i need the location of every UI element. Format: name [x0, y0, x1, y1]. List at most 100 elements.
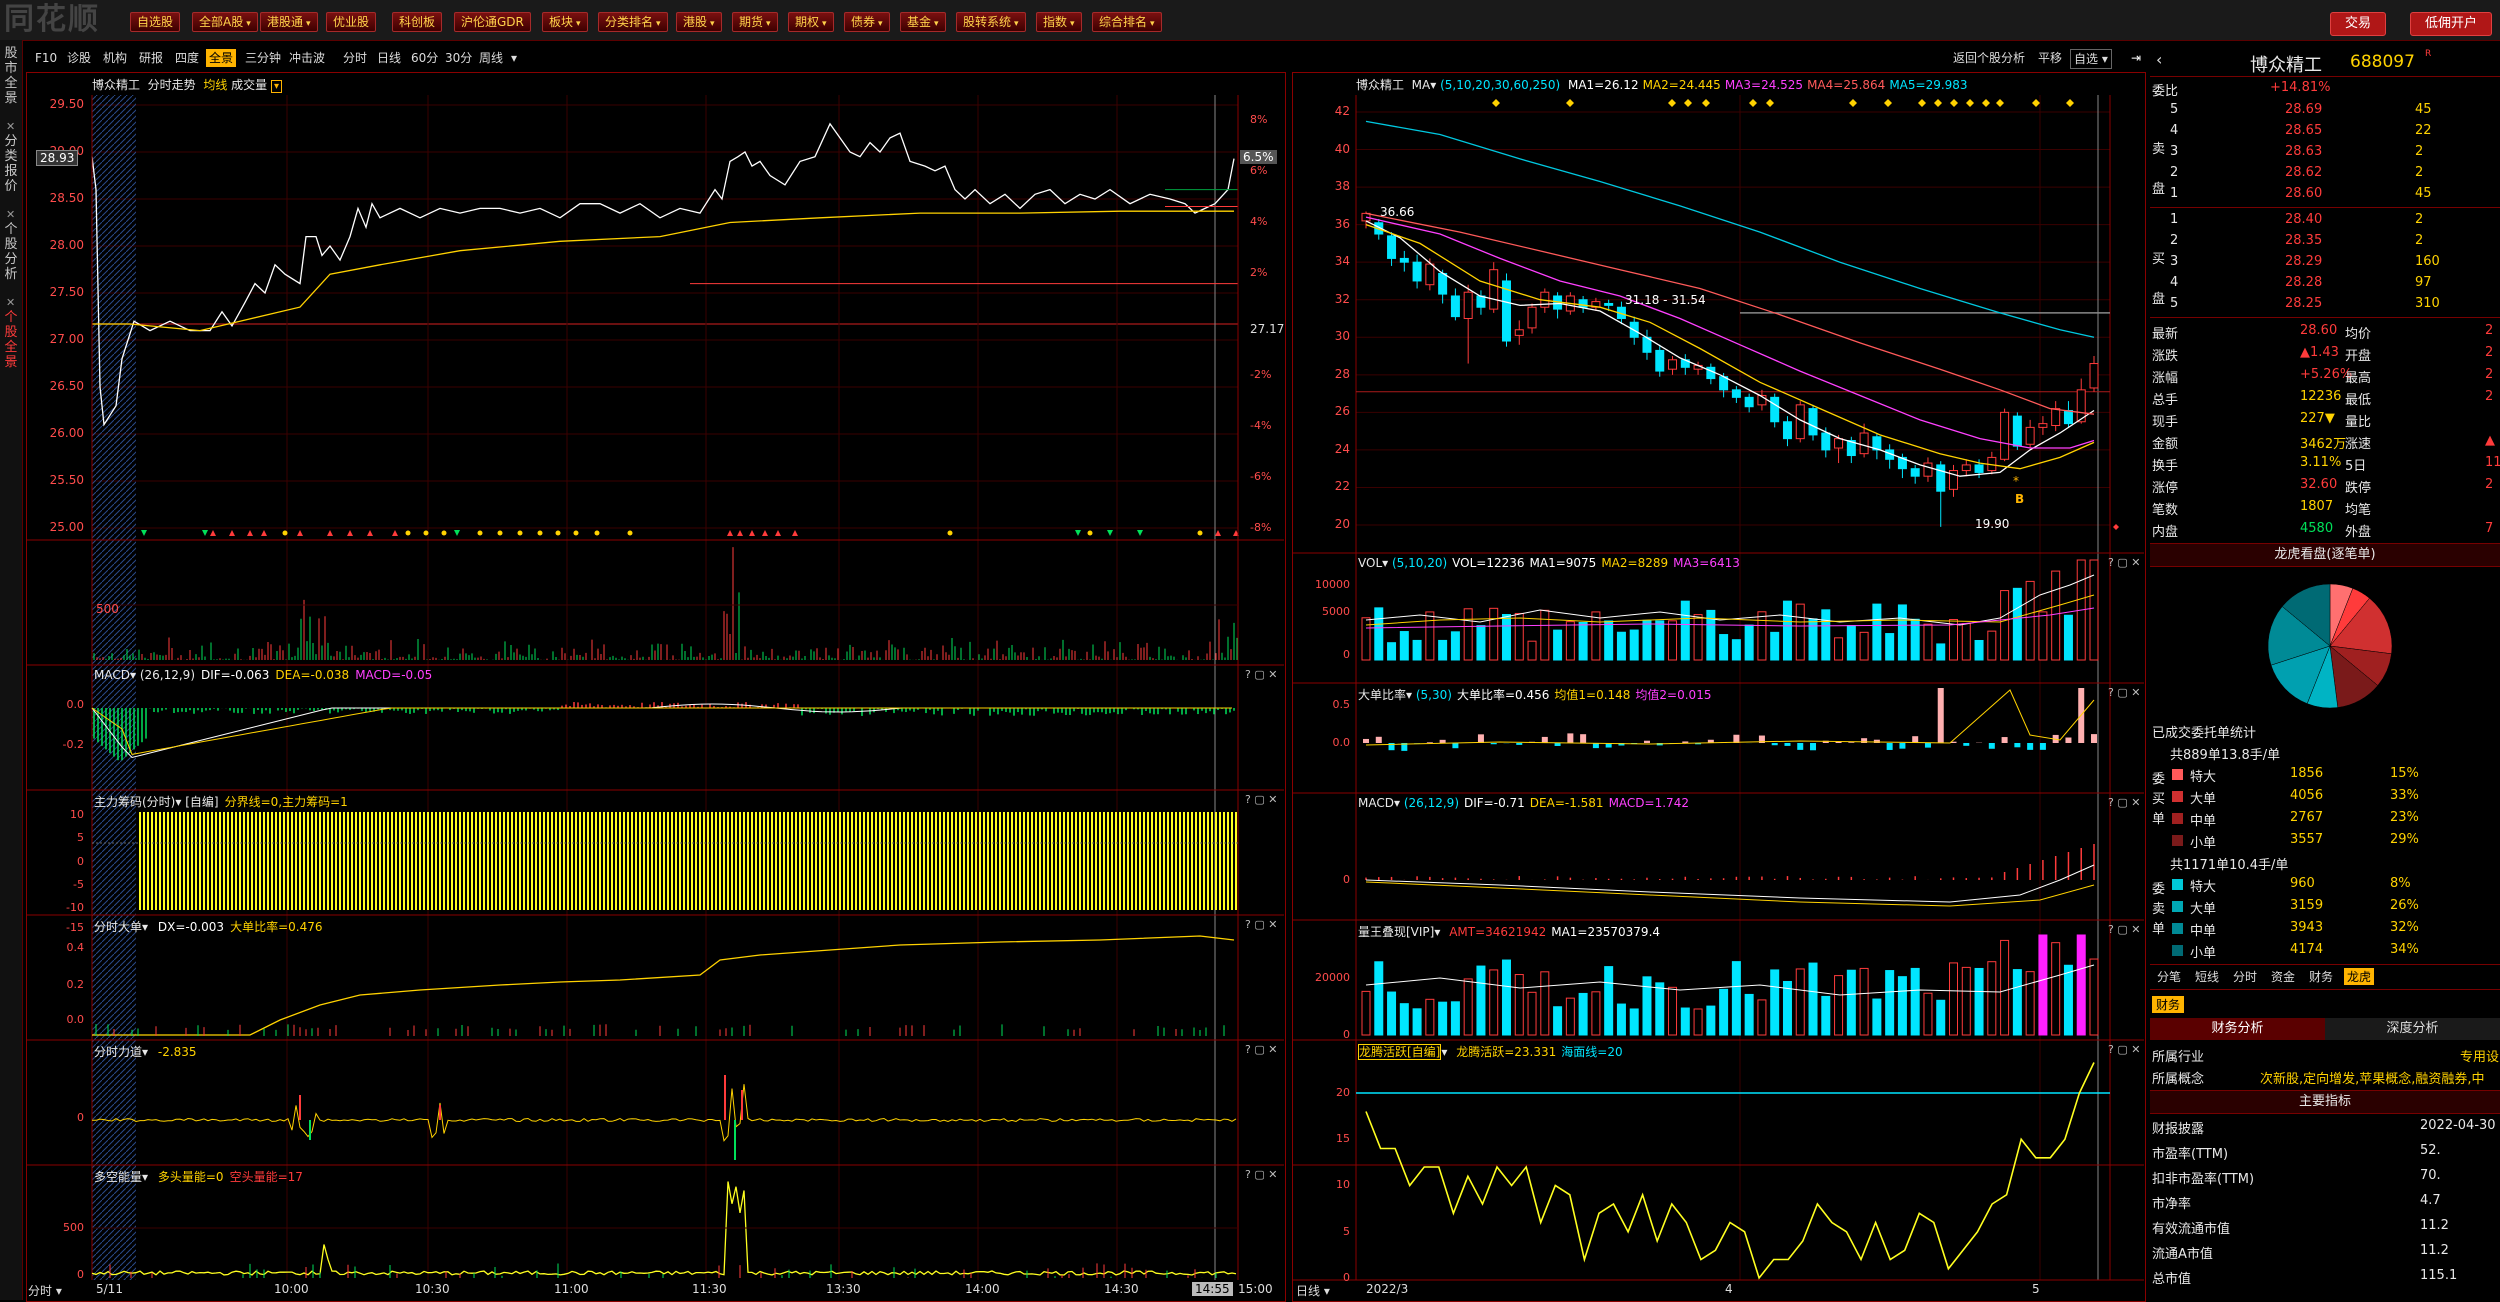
- time-tick: 10:00: [274, 1282, 309, 1296]
- order-count: 3557: [2290, 832, 2323, 847]
- chevron-down-icon[interactable]: ▾: [271, 80, 282, 93]
- daily-price-tick: 28: [1290, 367, 1350, 381]
- indicator-name[interactable]: 多空能量: [94, 1170, 142, 1184]
- indicator-name[interactable]: 量王叠现[VIP]: [1358, 925, 1434, 939]
- ma-selector[interactable]: MA▾: [1412, 78, 1437, 92]
- pct-tick: -4%: [1250, 419, 1271, 432]
- stat-label: 外盘: [2345, 521, 2371, 540]
- panel-controls[interactable]: ? ▢ ✕: [2108, 1043, 2140, 1056]
- low-price-label: 19.90: [1975, 517, 2009, 531]
- price-tick: 27.00: [24, 332, 84, 346]
- pct-tick: 2%: [1250, 266, 1267, 279]
- info-tab-5[interactable]: 龙虎: [2344, 968, 2374, 985]
- bid-volume: 2: [2415, 233, 2423, 248]
- stat-row: 涨跌▲1.43开盘2: [2150, 343, 2500, 364]
- stat-value: 3462万: [2300, 433, 2346, 452]
- ask-row[interactable]: 428.6522: [2150, 121, 2500, 142]
- indicator-name[interactable]: MACD: [1358, 796, 1394, 810]
- bid-row[interactable]: 228.352: [2150, 231, 2500, 252]
- bid-row[interactable]: 428.2897: [2150, 273, 2500, 294]
- sell-order-row: 大单315926%: [2150, 896, 2500, 917]
- order-count: 4056: [2290, 788, 2323, 803]
- indicator-name[interactable]: VOL: [1358, 556, 1382, 570]
- stat-value: ▲: [2485, 433, 2495, 448]
- ask-level: 1: [2170, 186, 2178, 201]
- finance-label: 扣非市盈率(TTM): [2152, 1168, 2254, 1187]
- ask-level: 4: [2170, 123, 2178, 138]
- daily-price-tick: 20: [1290, 517, 1350, 531]
- indicator-value: DIF=-0.71: [1464, 796, 1525, 810]
- panel-controls[interactable]: ? ▢ ✕: [2108, 556, 2140, 569]
- ask-row[interactable]: 228.622: [2150, 163, 2500, 184]
- stat-row: 现手227▼量比: [2150, 409, 2500, 430]
- info-tab-2[interactable]: 分时: [2230, 968, 2260, 985]
- ask-row[interactable]: 128.6045: [2150, 184, 2500, 205]
- order-type: 特大: [2190, 766, 2216, 785]
- price-tick: 28.00: [24, 238, 84, 252]
- panel-controls[interactable]: ? ▢ ✕: [1245, 668, 1277, 681]
- pct-tick: -8%: [1250, 521, 1271, 534]
- info-tab-3[interactable]: 资金: [2268, 968, 2298, 985]
- price-tick: 29.50: [24, 97, 84, 111]
- panel-controls[interactable]: ? ▢ ✕: [2108, 923, 2140, 936]
- ask-level: 5: [2170, 102, 2178, 117]
- bid-row[interactable]: 328.29160: [2150, 252, 2500, 273]
- back-chevron-icon[interactable]: ‹: [2156, 50, 2162, 69]
- indicator-value: 海面线=20: [1561, 1045, 1622, 1059]
- finance-label: 流通A市值: [2152, 1243, 2213, 1262]
- indicator-name[interactable]: MACD: [94, 668, 130, 682]
- info-tab-1[interactable]: 短线: [2192, 968, 2222, 985]
- daily-indicator-title: 龙腾活跃[自编]▾ 龙腾活跃=23.331海面线=20: [1358, 1043, 1623, 1060]
- indicator-value: VOL=12236: [1452, 556, 1524, 570]
- indicator-name[interactable]: 分时力道: [94, 1045, 142, 1059]
- indicator-name[interactable]: 龙腾活跃[自编]: [1358, 1044, 1441, 1060]
- panel-controls[interactable]: ? ▢ ✕: [1245, 793, 1277, 806]
- ask-volume: 45: [2415, 102, 2432, 117]
- volume-axis-tick: 500: [96, 602, 119, 616]
- ask-side-label: 卖盘: [2152, 130, 2166, 210]
- finance-row: 市净率4.7: [2150, 1191, 2500, 1212]
- finance-label: 市净率: [2152, 1193, 2191, 1212]
- daily-price-tick: 36: [1290, 217, 1350, 231]
- indicator-name[interactable]: 主力筹码(分时): [94, 795, 175, 809]
- chevron-down-icon: ▾: [1320, 1284, 1330, 1298]
- rz-badge: R: [2425, 49, 2431, 59]
- finance-tab[interactable]: 财务: [2152, 996, 2184, 1013]
- stat-value: 11.: [2485, 455, 2500, 470]
- panel-controls[interactable]: ? ▢ ✕: [2108, 686, 2140, 699]
- ma-label: MA: [1412, 78, 1431, 92]
- price-tick: 25.50: [24, 473, 84, 487]
- stat-label: 涨停: [2152, 477, 2178, 496]
- indicator-tick: 0: [24, 1111, 84, 1124]
- indicator-name[interactable]: 大单比率: [1358, 688, 1406, 702]
- finance-row: 流通A市值11.2: [2150, 1241, 2500, 1262]
- panel-controls[interactable]: ? ▢ ✕: [1245, 918, 1277, 931]
- finance-value: 115.1: [2420, 1268, 2457, 1283]
- pct-tick: -2%: [1250, 368, 1271, 381]
- daily-period-select[interactable]: 日线 ▾: [1296, 1282, 1330, 1299]
- indicator-tick: 20000: [1290, 971, 1350, 984]
- info-tab-0[interactable]: 分笔: [2154, 968, 2184, 985]
- ask-row[interactable]: 328.632: [2150, 142, 2500, 163]
- indicator-name[interactable]: 分时大单: [94, 920, 142, 934]
- info-tab-4[interactable]: 财务: [2306, 968, 2336, 985]
- intraday-period-select[interactable]: 分时 ▾: [28, 1282, 62, 1299]
- order-type: 小单: [2190, 832, 2216, 851]
- bid-row[interactable]: 528.25310: [2150, 294, 2500, 315]
- ma-value: MA5=29.983: [1889, 78, 1967, 92]
- finance-value: 52.: [2420, 1143, 2441, 1158]
- bid-row[interactable]: 128.402: [2150, 210, 2500, 231]
- daily-price-tick: 32: [1290, 292, 1350, 306]
- price-tick: 28.50: [24, 191, 84, 205]
- stat-value: 2: [2485, 323, 2493, 338]
- indicator-params: (5,10,20): [1392, 556, 1447, 570]
- panel-controls[interactable]: ? ▢ ✕: [1245, 1168, 1277, 1181]
- finance-subtab-analysis[interactable]: 财务分析: [2150, 1018, 2325, 1040]
- order-count: 3943: [2290, 920, 2323, 935]
- panel-controls[interactable]: ? ▢ ✕: [2108, 796, 2140, 809]
- stat-value: 227▼: [2300, 411, 2335, 426]
- finance-subtab-deep[interactable]: 深度分析: [2325, 1018, 2500, 1040]
- daily-price-tick: 30: [1290, 329, 1350, 343]
- panel-controls[interactable]: ? ▢ ✕: [1245, 1043, 1277, 1056]
- ask-row[interactable]: 528.6945: [2150, 100, 2500, 121]
